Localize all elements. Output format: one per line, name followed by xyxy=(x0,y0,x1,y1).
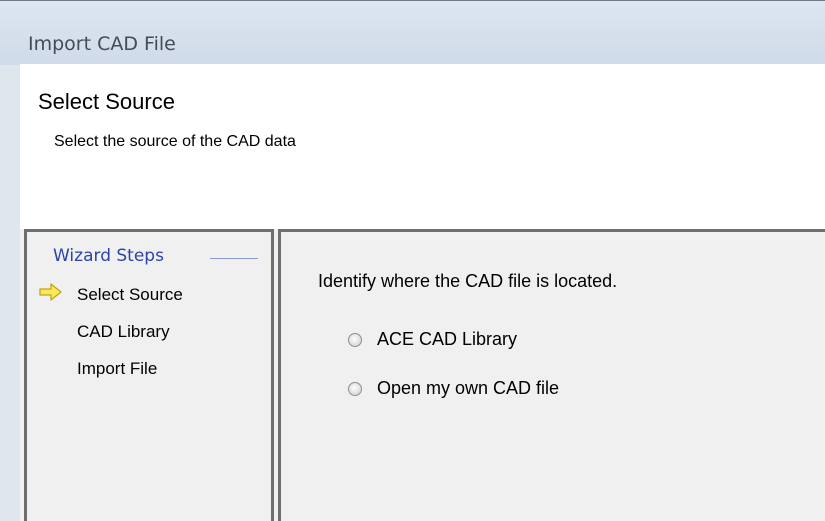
radio-label[interactable]: ACE CAD Library xyxy=(377,329,517,350)
header-panel: Select Source Select the source of the C… xyxy=(20,64,825,229)
wizard-step-cad-library: CAD Library xyxy=(77,322,170,341)
wizard-content-panel: Identify where the CAD file is located. … xyxy=(278,229,825,521)
wizard-steps-divider xyxy=(210,258,258,259)
radio-label[interactable]: Open my own CAD file xyxy=(377,378,559,399)
wizard-step-select-source: Select Source xyxy=(77,285,183,304)
import-cad-dialog: Import CAD File Select Source Select the… xyxy=(0,0,825,521)
radio-button[interactable] xyxy=(348,333,362,347)
instruction-text: Identify where the CAD file is located. xyxy=(318,271,618,291)
title-bar[interactable]: Import CAD File xyxy=(0,0,825,65)
arrow-right-icon xyxy=(39,283,62,301)
page-title: Select Source xyxy=(38,89,175,114)
radio-button[interactable] xyxy=(348,382,362,396)
window-frame xyxy=(0,0,20,521)
wizard-step-import-file: Import File xyxy=(77,359,158,378)
wizard-steps-panel: Wizard Steps Select Source CAD Library I… xyxy=(24,229,274,521)
page-subtitle: Select the source of the CAD data xyxy=(54,133,296,150)
wizard-body: Wizard Steps Select Source CAD Library I… xyxy=(20,229,825,521)
window-title: Import CAD File xyxy=(28,33,176,55)
wizard-steps-heading: Wizard Steps xyxy=(53,246,164,266)
